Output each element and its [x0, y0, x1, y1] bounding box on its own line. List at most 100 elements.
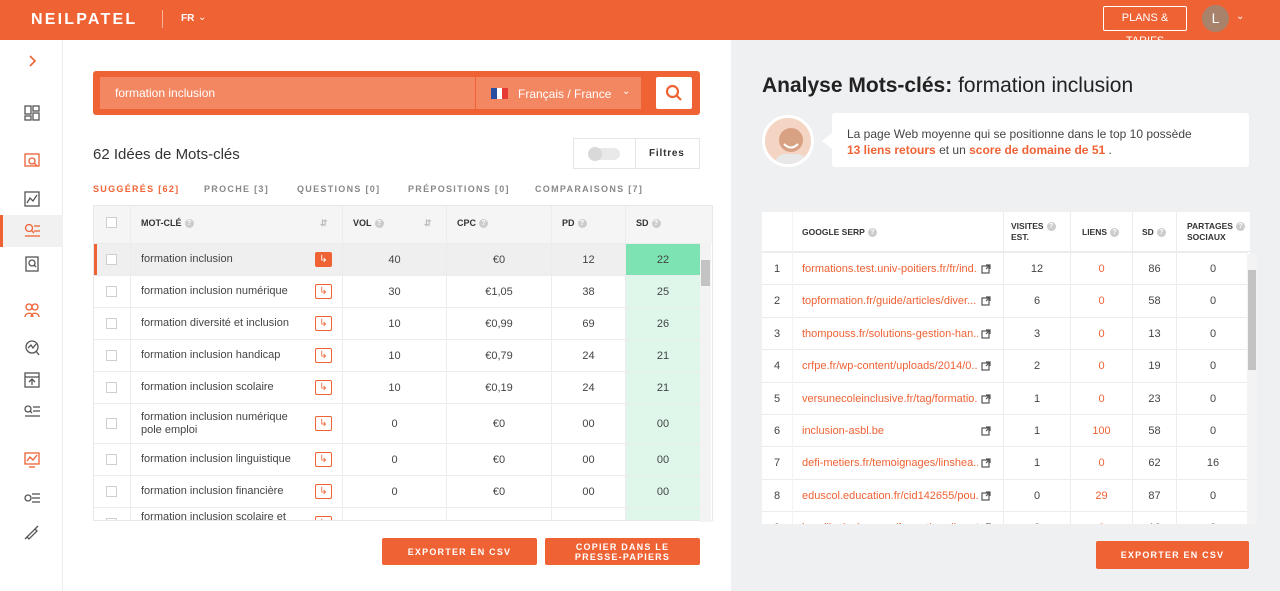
- select-all-checkbox[interactable]: [106, 217, 117, 228]
- column-pd[interactable]: PD?: [562, 218, 587, 229]
- search-button[interactable]: [656, 77, 692, 109]
- chrome-extension-icon[interactable]: [0, 516, 63, 548]
- row-checkbox[interactable]: [106, 276, 117, 307]
- site-audit-icon[interactable]: [0, 144, 63, 176]
- table-row[interactable]: formation inclusion numérique ↳ 30 €1,05 38 2…: [94, 275, 700, 307]
- chevron-down-icon[interactable]: ⌄: [198, 12, 206, 23]
- export-csv-button[interactable]: EXPORTER EN CSV: [382, 538, 537, 565]
- external-link-icon[interactable]: [981, 383, 991, 415]
- row-checkbox[interactable]: [106, 372, 117, 403]
- tab-questions[interactable]: QUESTIONS [0]: [297, 184, 380, 194]
- serp-link[interactable]: defi-metiers.fr/temoignages/linshea...: [802, 447, 978, 479]
- tab-comparisons[interactable]: COMPARAISONS [7]: [535, 184, 643, 194]
- links-cell[interactable]: 0: [1071, 512, 1132, 524]
- table-row[interactable]: formation inclusion ↳ 40 €0 12 22: [94, 243, 700, 275]
- user-avatar[interactable]: L: [1202, 5, 1229, 32]
- table-scrollbar[interactable]: [700, 242, 711, 522]
- row-checkbox[interactable]: [106, 508, 117, 520]
- expand-sidebar-icon[interactable]: [0, 45, 63, 77]
- row-checkbox[interactable]: [106, 244, 117, 275]
- column-sd[interactable]: SD?: [1142, 227, 1166, 238]
- links-cell[interactable]: 29: [1071, 480, 1132, 512]
- tab-suggested[interactable]: SUGGÉRÉS [62]: [93, 184, 179, 194]
- external-link-icon[interactable]: [981, 480, 991, 512]
- filters-button[interactable]: Filtres: [649, 148, 685, 159]
- tab-prepositions[interactable]: PRÉPOSITIONS [0]: [408, 184, 510, 194]
- keyword-search-input[interactable]: [100, 77, 475, 109]
- reports-icon[interactable]: [0, 444, 63, 476]
- open-keyword-icon[interactable]: ↳: [315, 476, 332, 507]
- row-checkbox[interactable]: [106, 340, 117, 371]
- open-keyword-icon[interactable]: ↳: [315, 276, 332, 307]
- links-cell[interactable]: 0: [1071, 318, 1132, 350]
- open-keyword-icon[interactable]: ↳: [315, 444, 332, 475]
- open-keyword-icon[interactable]: ↳: [315, 404, 332, 443]
- neilpatel-logo[interactable]: NEILPATEL: [31, 11, 137, 29]
- serp-link[interactable]: handiinclusive.com/formation-diversi...: [802, 512, 978, 524]
- keyword-ideas-icon[interactable]: [0, 215, 63, 247]
- dashboard-icon[interactable]: [0, 97, 63, 129]
- filters-toggle[interactable]: [588, 147, 620, 161]
- tab-related[interactable]: PROCHE [3]: [204, 184, 269, 194]
- external-link-icon[interactable]: [981, 447, 991, 479]
- external-link-icon[interactable]: [981, 253, 991, 285]
- column-links[interactable]: LIENS?: [1082, 227, 1120, 238]
- row-checkbox[interactable]: [106, 444, 117, 475]
- serp-link[interactable]: thompouss.fr/solutions-gestion-han...: [802, 318, 978, 350]
- open-keyword-icon[interactable]: ↳: [315, 372, 332, 403]
- chevron-down-icon[interactable]: ⌄: [1236, 11, 1244, 22]
- column-serp[interactable]: GOOGLE SERP?: [802, 227, 877, 238]
- links-cell[interactable]: 0: [1071, 447, 1132, 479]
- external-link-icon[interactable]: [981, 285, 991, 317]
- column-social-shares[interactable]: PARTAGES? SOCIAUX: [1187, 221, 1245, 243]
- serp-link[interactable]: versunecoleinclusive.fr/tag/formatio...: [802, 383, 978, 415]
- language-selector[interactable]: FR: [181, 13, 194, 24]
- serp-scrollbar[interactable]: [1247, 254, 1257, 524]
- table-row[interactable]: formation inclusion numérique pole emplo…: [94, 403, 700, 443]
- table-row[interactable]: formation inclusion handicap ↳ 10 €0,79 24 21: [94, 339, 700, 371]
- external-link-icon[interactable]: [981, 512, 991, 524]
- row-checkbox[interactable]: [106, 476, 117, 507]
- open-keyword-icon[interactable]: ↳: [315, 340, 332, 371]
- content-ideas-icon[interactable]: [0, 248, 63, 280]
- rank-tracking-icon[interactable]: [0, 332, 63, 364]
- serp-link[interactable]: eduscol.education.fr/cid142655/pou...: [802, 480, 978, 512]
- sort-icon[interactable]: ⇵: [320, 218, 328, 229]
- table-row[interactable]: formation inclusion financière ↳ 0 €0 00 00: [94, 475, 700, 507]
- keyword-list-icon[interactable]: [0, 396, 63, 428]
- table-row[interactable]: formation diversité et inclusion ↳ 10 €0,99…: [94, 307, 700, 339]
- column-keyword[interactable]: MOT-CLÉ?: [141, 218, 194, 229]
- links-cell[interactable]: 0: [1071, 383, 1132, 415]
- traffic-analyzer-icon[interactable]: [0, 183, 63, 215]
- column-visits[interactable]: VISITES? EST.: [1011, 221, 1056, 243]
- export-csv-right-button[interactable]: EXPORTER EN CSV: [1096, 541, 1249, 569]
- links-cell[interactable]: 0: [1071, 253, 1132, 285]
- serp-link[interactable]: crfpe.fr/wp-content/uploads/2014/0...: [802, 350, 978, 382]
- sort-icon[interactable]: ⇵: [424, 218, 432, 229]
- serp-link[interactable]: inclusion-asbl.be: [802, 415, 978, 447]
- column-cpc[interactable]: CPC?: [457, 218, 489, 229]
- plans-pricing-button[interactable]: PLANS & TARIFS: [1103, 6, 1187, 47]
- open-keyword-icon[interactable]: ↳: [315, 308, 332, 339]
- serp-link[interactable]: topformation.fr/guide/articles/diver...: [802, 285, 978, 317]
- row-checkbox[interactable]: [106, 308, 117, 339]
- links-cell[interactable]: 100: [1071, 415, 1132, 447]
- links-cell[interactable]: 0: [1071, 285, 1132, 317]
- table-row[interactable]: formation inclusion linguistique ↳ 0 €0 00 00: [94, 443, 700, 475]
- row-checkbox[interactable]: [106, 404, 117, 443]
- locale-select[interactable]: Français / France ⌄: [475, 77, 641, 109]
- backlinks-icon[interactable]: [0, 294, 63, 326]
- column-sd[interactable]: SD?: [636, 218, 661, 229]
- settings-list-icon[interactable]: [0, 482, 63, 514]
- external-link-icon[interactable]: [981, 415, 991, 447]
- lab-icon[interactable]: [0, 364, 63, 396]
- table-row[interactable]: formation inclusion scolaire et handicap…: [94, 507, 700, 520]
- links-cell[interactable]: 0: [1071, 350, 1132, 382]
- external-link-icon[interactable]: [981, 350, 991, 382]
- serp-link[interactable]: formations.test.univ-poitiers.fr/fr/ind.…: [802, 253, 978, 285]
- column-vol[interactable]: VOL?: [353, 218, 384, 229]
- open-keyword-icon[interactable]: ↳: [315, 244, 332, 275]
- external-link-icon[interactable]: [981, 318, 991, 350]
- table-row[interactable]: formation inclusion scolaire ↳ 10 €0,19 24 21: [94, 371, 700, 403]
- open-keyword-icon[interactable]: ↳: [315, 508, 332, 520]
